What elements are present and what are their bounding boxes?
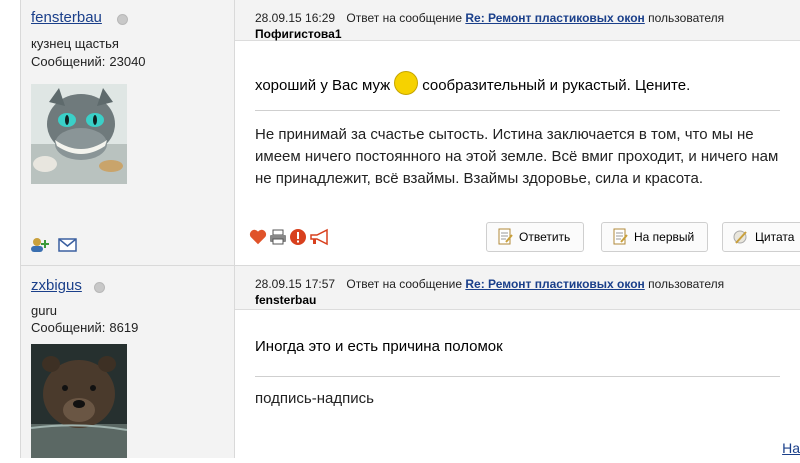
document-icon [498, 228, 513, 245]
recipient-name: fensterbau [255, 293, 317, 307]
post-date: 28.09.15 16:29 [255, 11, 336, 25]
post-header: 28.09.15 16:29 Ответ на сообщение Re: Ре… [235, 0, 800, 41]
reply-button[interactable]: Ответить [486, 222, 584, 252]
signature: Не принимай за счастье сытость. Истина з… [255, 126, 779, 187]
document-icon [613, 228, 628, 245]
post-content: 28.09.15 17:57 Ответ на сообщение Re: Ре… [235, 266, 800, 458]
author-name-link[interactable]: fensterbau [31, 9, 102, 26]
author-panel: fensterbau кузнец щастья Сообщений: 23040 [21, 0, 235, 265]
signature-divider [255, 376, 780, 377]
author-post-count: Сообщений: 8619 [31, 320, 139, 335]
reply-prefix: Ответ на сообщение [346, 277, 463, 291]
thread-link[interactable]: Re: Ремонт пластиковых окон [465, 11, 644, 25]
author-name-link[interactable]: zxbigus [31, 277, 82, 294]
post-actions-icons [249, 228, 331, 251]
author-actions [30, 237, 78, 258]
post-meta: 28.09.15 17:57 Ответ на сообщение Re: Ре… [255, 277, 724, 291]
reply-prefix: Ответ на сообщение [346, 11, 463, 25]
avatar[interactable] [31, 84, 127, 184]
author-title: guru [31, 303, 58, 318]
author-title: кузнец щастья [31, 36, 119, 51]
post-text: Иногда это и есть причина поломок [255, 338, 503, 355]
smiley-grin-icon [394, 71, 419, 95]
forum-post: zxbigus guru Сообщений: 8619 28.09.15 17:… [21, 266, 800, 458]
author-post-count: Сообщений: 23040 [31, 54, 146, 69]
reply-suffix: пользователя [648, 277, 725, 291]
add-friend-icon[interactable] [30, 237, 50, 258]
avatar[interactable] [30, 344, 128, 458]
signature-divider [255, 110, 780, 111]
offline-status-icon [94, 282, 105, 293]
offline-status-icon [117, 14, 128, 25]
alert-icon[interactable] [289, 228, 307, 251]
megaphone-icon[interactable] [309, 228, 331, 251]
bottom-link[interactable]: На [782, 440, 800, 456]
printer-icon[interactable] [269, 228, 287, 251]
envelope-icon[interactable] [58, 237, 78, 258]
thread-link[interactable]: Re: Ремонт пластиковых окон [465, 277, 644, 291]
quote-button[interactable]: Цитата [722, 222, 800, 252]
reply-suffix: пользователя [648, 11, 725, 25]
signature: подпись-надпись [255, 390, 374, 407]
forum-post: fensterbau кузнец щастья Сообщений: 23040 [21, 0, 800, 265]
post-header: 28.09.15 17:57 Ответ на сообщение Re: Ре… [235, 266, 800, 310]
left-gutter [0, 0, 21, 458]
post-date: 28.09.15 17:57 [255, 277, 336, 291]
post-content: 28.09.15 16:29 Ответ на сообщение Re: Ре… [235, 0, 800, 265]
post-meta: 28.09.15 16:29 Ответ на сообщение Re: Ре… [255, 11, 724, 25]
recipient-name: Пофигистова1 [255, 27, 342, 41]
to-first-button[interactable]: На первый [601, 222, 708, 252]
post-text: хороший у Вас муж сообразительный и рукас… [255, 71, 780, 98]
quote-icon [733, 230, 747, 244]
author-panel: zxbigus guru Сообщений: 8619 [21, 266, 235, 458]
heart-icon[interactable] [249, 228, 267, 251]
